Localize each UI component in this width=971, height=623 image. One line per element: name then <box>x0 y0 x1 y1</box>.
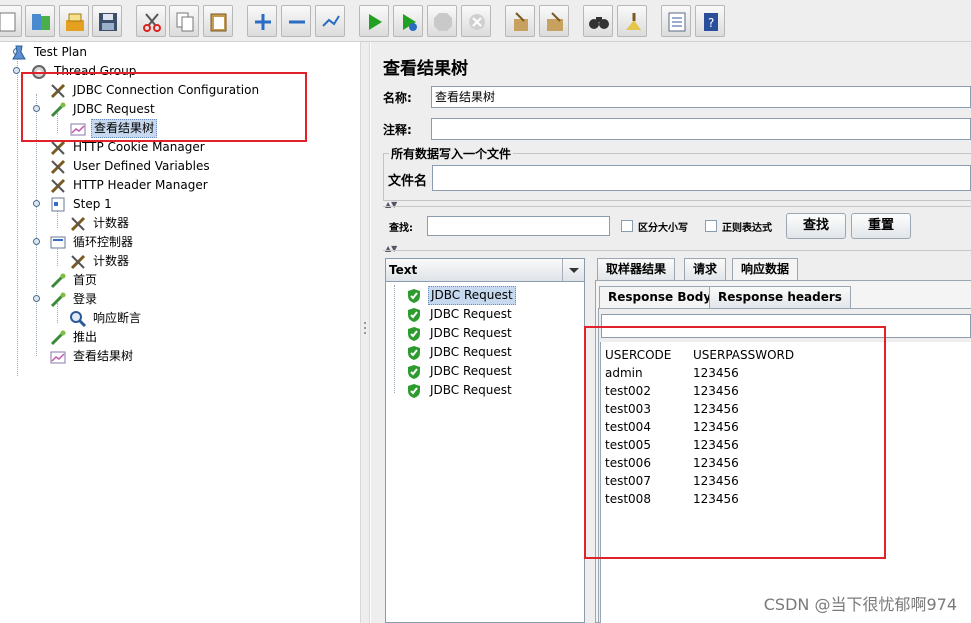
config-element-icon <box>50 178 66 194</box>
success-shield-icon <box>408 289 420 303</box>
results-list: Text JDBC Request JDBC Request JDBC Requ… <box>385 258 585 623</box>
new-icon[interactable] <box>0 5 22 37</box>
chevron-down-icon[interactable] <box>562 259 584 281</box>
tree-item-label: HTTP Header Manager <box>73 178 208 192</box>
test-plan-tree: Test Plan Thread Group JDBC Connection C… <box>0 42 360 623</box>
sampler-icon <box>50 273 66 289</box>
listener-icon <box>50 351 66 364</box>
tab-sampler-result[interactable]: 取样器结果 <box>597 258 676 280</box>
success-shield-icon <box>408 327 420 341</box>
search-icon[interactable] <box>583 5 613 37</box>
stop-icon[interactable] <box>427 5 457 37</box>
splitter[interactable] <box>360 42 370 623</box>
clear-icon[interactable] <box>505 5 535 37</box>
tab-request[interactable]: 请求 <box>684 258 727 280</box>
open-icon[interactable] <box>59 5 89 37</box>
divider-2 <box>383 250 971 251</box>
config-element-icon <box>70 216 86 232</box>
start-no-pauses-icon[interactable] <box>393 5 423 37</box>
config-element-icon <box>70 254 86 270</box>
tree-item-label: 计数器 <box>93 254 130 268</box>
result-label: JDBC Request <box>428 286 516 305</box>
cut-icon[interactable] <box>136 5 166 37</box>
divider <box>383 206 971 207</box>
tree-item-label: 推出 <box>73 330 98 344</box>
search-input[interactable] <box>427 216 610 236</box>
renderer-value: Text <box>389 263 418 277</box>
function-helper-icon[interactable] <box>661 5 691 37</box>
collapse-icon[interactable] <box>281 5 311 37</box>
case-sensitive-checkbox[interactable] <box>621 220 633 232</box>
watermark: CSDN @当下很忧郁啊974 <box>763 595 957 614</box>
highlight-box-response <box>584 326 886 559</box>
result-label: JDBC Request <box>430 307 512 321</box>
view-results-tree-panel: 查看结果树 名称: 查看结果树 注释: 所有数据写入一个文件 文件名 ▲▼ 查找… <box>371 42 971 623</box>
page-title: 查看结果树 <box>383 59 468 79</box>
tree-item-label: 计数器 <box>93 216 130 230</box>
tree-item-label: Test Plan <box>34 45 87 59</box>
success-shield-icon <box>408 308 420 322</box>
help-icon[interactable]: ? <box>695 5 725 37</box>
filename-field[interactable] <box>432 165 971 191</box>
tree-item-label: User Defined Variables <box>73 159 210 173</box>
divider-arrows[interactable]: ▲▼ <box>385 200 397 209</box>
controller-icon <box>51 197 65 212</box>
find-button[interactable]: 查找 <box>786 213 846 239</box>
highlight-box <box>21 72 307 142</box>
tree-item-label: 响应断言 <box>93 311 142 325</box>
regex-label: 正则表达式 <box>722 223 772 234</box>
result-label: JDBC Request <box>430 364 512 378</box>
search-label: 查找: <box>389 223 413 234</box>
filename-label: 文件名 <box>388 174 428 189</box>
expand-icon[interactable] <box>247 5 277 37</box>
reset-search-icon[interactable] <box>617 5 647 37</box>
shutdown-icon[interactable] <box>461 5 491 37</box>
paste-icon[interactable] <box>203 5 233 37</box>
tree-item-label: 查看结果树 <box>73 349 134 363</box>
toggle-icon[interactable] <box>315 5 345 37</box>
name-label: 名称: <box>383 91 412 105</box>
renderer-select[interactable]: Text <box>386 259 584 282</box>
test-plan-icon <box>12 45 26 60</box>
success-shield-icon <box>408 346 420 360</box>
comment-label: 注释: <box>383 123 412 137</box>
divider-arrows-2[interactable]: ▲▼ <box>385 244 397 253</box>
templates-icon[interactable] <box>25 5 55 37</box>
sampler-icon <box>50 292 66 308</box>
assertion-icon <box>70 311 87 327</box>
tree-item-label: 登录 <box>73 292 98 306</box>
comment-field[interactable] <box>431 118 971 140</box>
save-icon[interactable] <box>92 5 122 37</box>
case-sensitive-label: 区分大小写 <box>638 223 688 234</box>
result-label: JDBC Request <box>430 345 512 359</box>
config-element-icon <box>50 159 66 175</box>
file-section-title: 所有数据写入一个文件 <box>389 145 514 162</box>
sampler-icon <box>50 330 66 346</box>
result-label: JDBC Request <box>430 383 512 397</box>
success-shield-icon <box>408 365 420 379</box>
success-shield-icon <box>408 384 420 398</box>
tab-response-data[interactable]: 响应数据 <box>732 258 799 280</box>
tree-item-label: 循环控制器 <box>73 235 134 249</box>
regex-checkbox[interactable] <box>705 220 717 232</box>
tab-response-headers[interactable]: Response headers <box>709 286 851 308</box>
start-icon[interactable] <box>359 5 389 37</box>
tree-item-label: 首页 <box>73 273 98 287</box>
clear-all-icon[interactable] <box>539 5 569 37</box>
reset-button[interactable]: 重置 <box>851 213 911 239</box>
name-field[interactable]: 查看结果树 <box>431 86 971 108</box>
tree-item-label: Step 1 <box>73 197 112 211</box>
result-label: JDBC Request <box>430 326 512 340</box>
copy-icon[interactable] <box>169 5 199 37</box>
toolbar: ? <box>0 0 971 42</box>
loop-controller-icon <box>50 236 66 249</box>
svg-text:?: ? <box>708 16 714 30</box>
tab-response-body[interactable]: Response Body <box>599 286 721 308</box>
